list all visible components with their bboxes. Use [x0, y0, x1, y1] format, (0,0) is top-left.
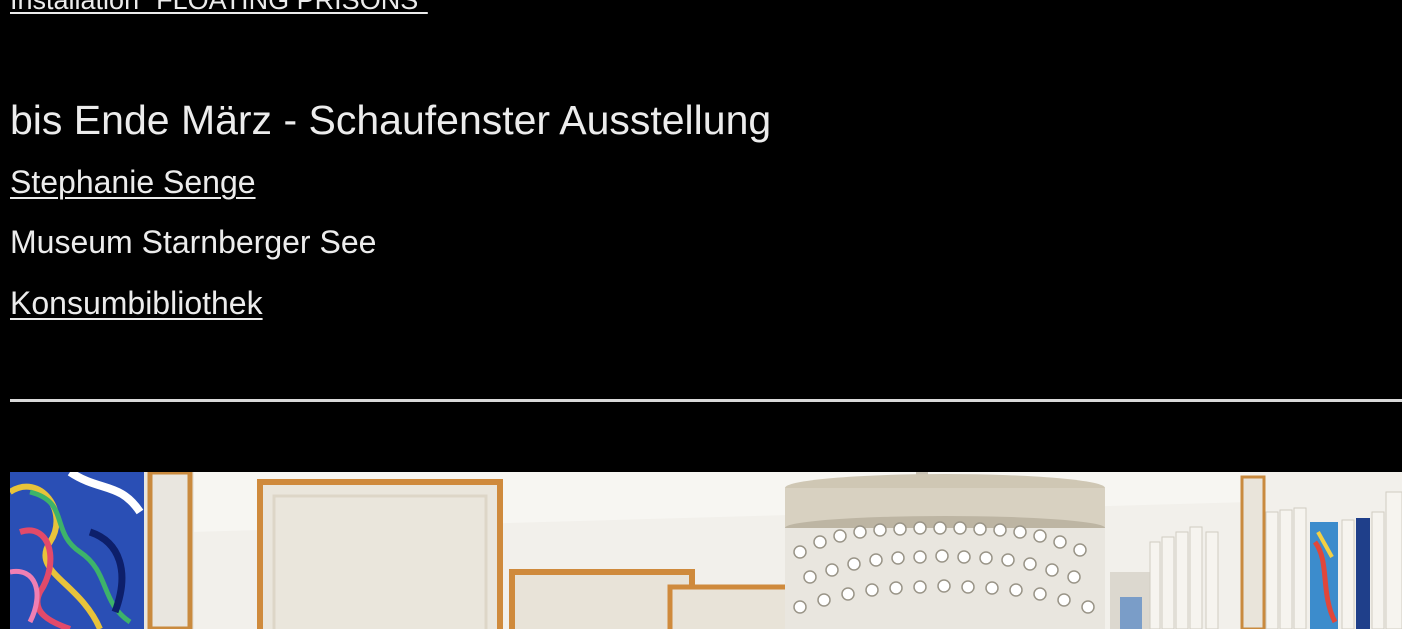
divider: [10, 399, 1402, 402]
exhibition-photo: [10, 472, 1402, 629]
photo-artwork: [10, 472, 1402, 629]
artist-link[interactable]: Stephanie Senge: [10, 163, 256, 201]
painting-left: [10, 472, 148, 629]
event-heading: bis Ende März - Schaufenster Ausstellung: [10, 97, 772, 143]
chandelier: [785, 472, 1105, 629]
konsumbibliothek-link[interactable]: Konsumbibliothek: [10, 284, 263, 322]
installation-link[interactable]: Installation "FLOATING PRISONS": [10, 0, 428, 16]
venue-text: Museum Starnberger See: [10, 224, 377, 260]
